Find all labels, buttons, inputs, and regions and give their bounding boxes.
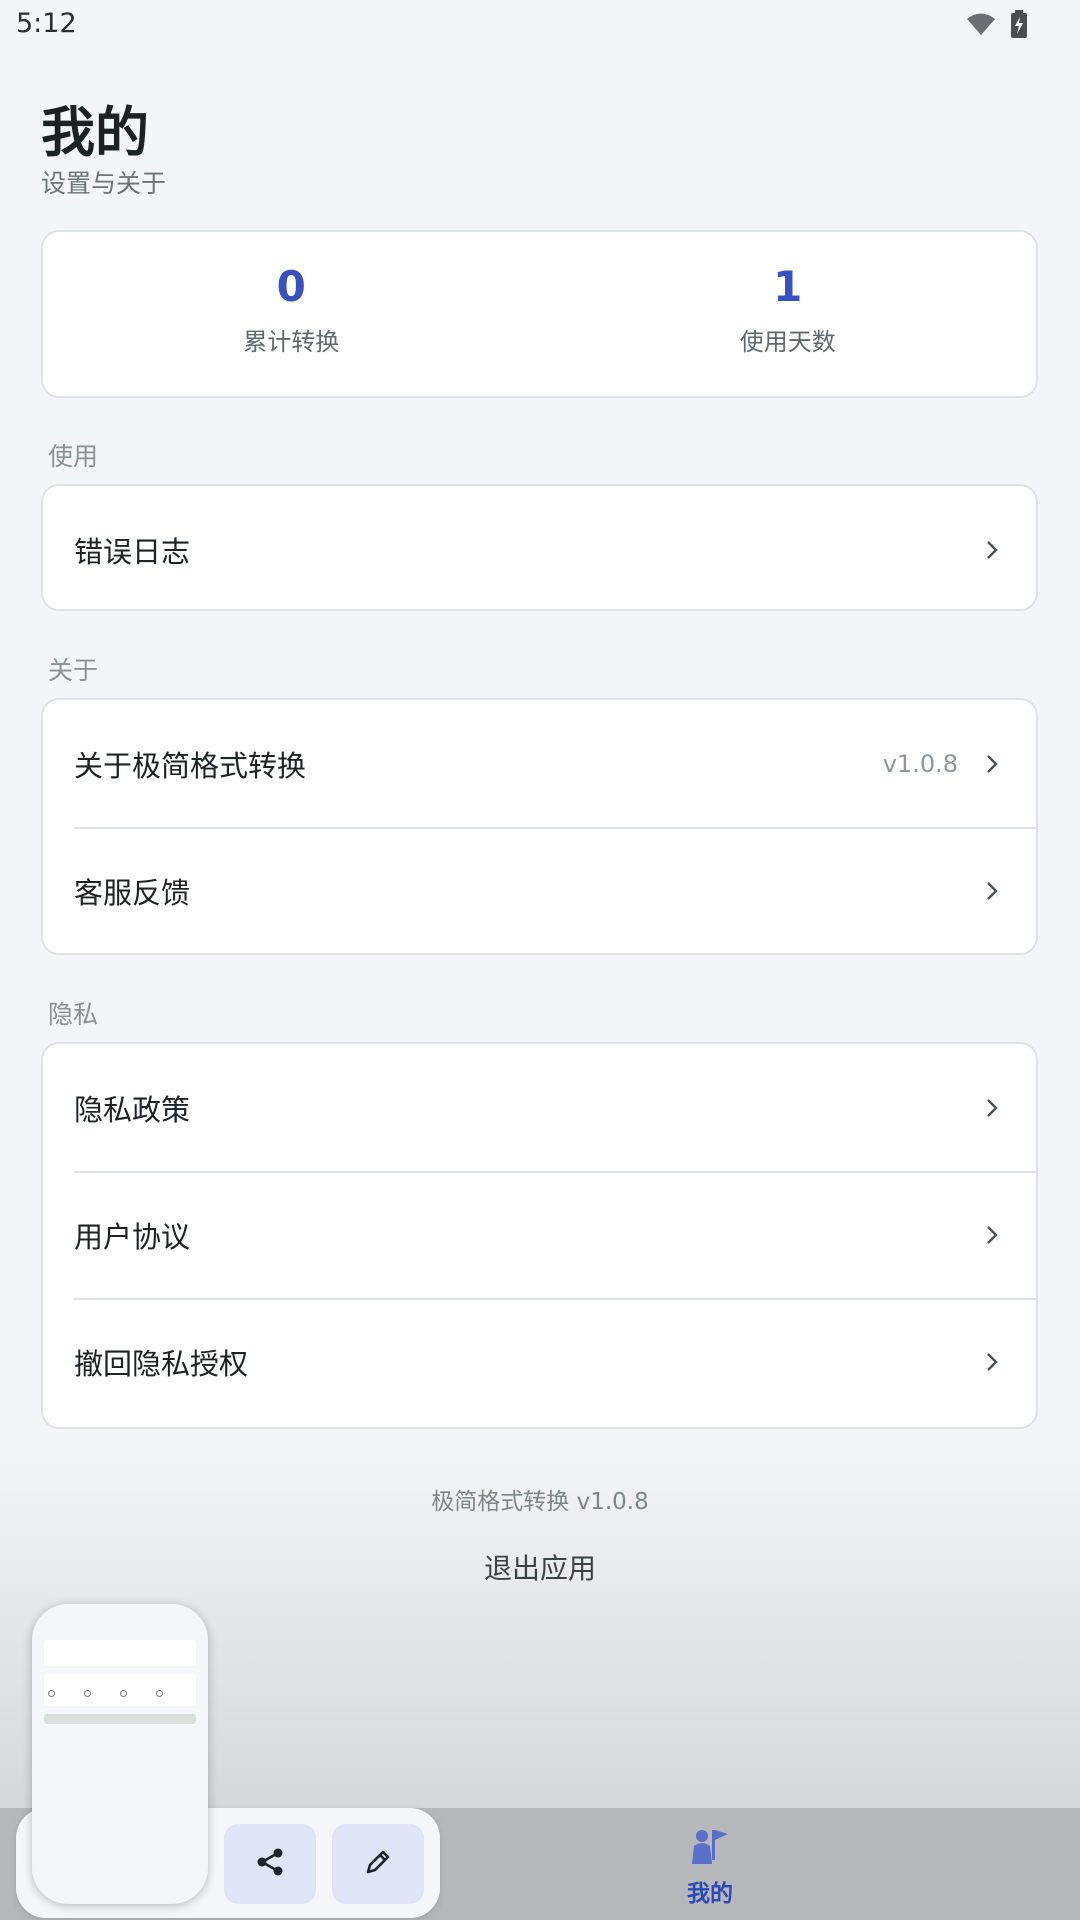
menu-item-label: 客服反馈 — [74, 875, 191, 910]
stat-days-used: 1 使用天数 — [540, 232, 1037, 396]
exit-app-button[interactable]: 退出应用 — [0, 1547, 1080, 1587]
thumbnail-radio — [156, 1690, 163, 1697]
screenshot-preview-thumbnail[interactable] — [32, 1604, 208, 1904]
section-label-privacy: 隐私 — [48, 1000, 99, 1029]
stat-total-conversions: 0 累计转换 — [43, 232, 540, 396]
menu-item-error-log[interactable]: 错误日志 — [43, 486, 1036, 609]
person-flag-icon — [688, 1826, 732, 1870]
app-version-value: v1.0.8 — [882, 749, 958, 778]
menu-item-label: 隐私政策 — [74, 1092, 191, 1127]
stat-value: 1 — [773, 261, 803, 311]
chevron-right-icon — [980, 1350, 1004, 1374]
privacy-card: 隐私政策 用户协议 撤回隐私授权 — [41, 1042, 1038, 1429]
menu-item-feedback[interactable]: 客服反馈 — [43, 827, 1036, 953]
section-label-about: 关于 — [48, 656, 99, 685]
menu-item-user-agreement[interactable]: 用户协议 — [43, 1171, 1036, 1298]
share-button[interactable] — [224, 1824, 316, 1904]
chevron-right-icon — [980, 752, 1004, 776]
page-subtitle: 设置与关于 — [41, 169, 167, 198]
menu-item-label: 撤回隐私授权 — [74, 1346, 249, 1381]
menu-item-revoke-privacy[interactable]: 撤回隐私授权 — [43, 1298, 1036, 1425]
nav-tab-label: 我的 — [687, 1881, 733, 1907]
footer-version: 极简格式转换 v1.0.8 — [431, 1489, 649, 1515]
status-time: 5:12 — [16, 8, 77, 39]
share-icon — [254, 1846, 286, 1882]
usage-card: 错误日志 — [41, 484, 1038, 611]
wifi-icon — [966, 12, 996, 40]
status-icons — [966, 10, 1028, 42]
chevron-right-icon — [980, 538, 1004, 562]
menu-item-label: 错误日志 — [74, 534, 191, 569]
stat-value: 0 — [276, 261, 306, 311]
battery-charging-icon — [1010, 10, 1028, 42]
thumbnail-radio — [48, 1690, 55, 1697]
menu-item-privacy-policy[interactable]: 隐私政策 — [43, 1044, 1036, 1171]
stats-card: 0 累计转换 1 使用天数 — [41, 230, 1038, 398]
menu-item-about-app[interactable]: 关于极简格式转换 v1.0.8 — [43, 700, 1036, 827]
pencil-icon — [362, 1846, 394, 1882]
thumbnail-card — [44, 1640, 196, 1666]
nav-tab-me[interactable]: 我的 — [640, 1826, 780, 1920]
thumbnail-button — [44, 1714, 196, 1724]
page-title: 我的 — [41, 101, 149, 164]
about-card: 关于极简格式转换 v1.0.8 客服反馈 — [41, 698, 1038, 955]
stat-label: 累计转换 — [243, 327, 340, 356]
thumbnail-card — [44, 1674, 196, 1706]
menu-item-label: 用户协议 — [74, 1219, 191, 1254]
chevron-right-icon — [980, 1223, 1004, 1247]
menu-item-label: 关于极简格式转换 — [74, 748, 307, 783]
thumbnail-radio — [84, 1690, 91, 1697]
edit-button[interactable] — [332, 1824, 424, 1904]
status-bar: 5:12 — [0, 0, 1080, 50]
chevron-right-icon — [980, 1096, 1004, 1120]
thumbnail-radio — [120, 1690, 127, 1697]
stat-label: 使用天数 — [739, 327, 836, 356]
chevron-right-icon — [980, 879, 1004, 903]
section-label-usage: 使用 — [48, 442, 99, 471]
